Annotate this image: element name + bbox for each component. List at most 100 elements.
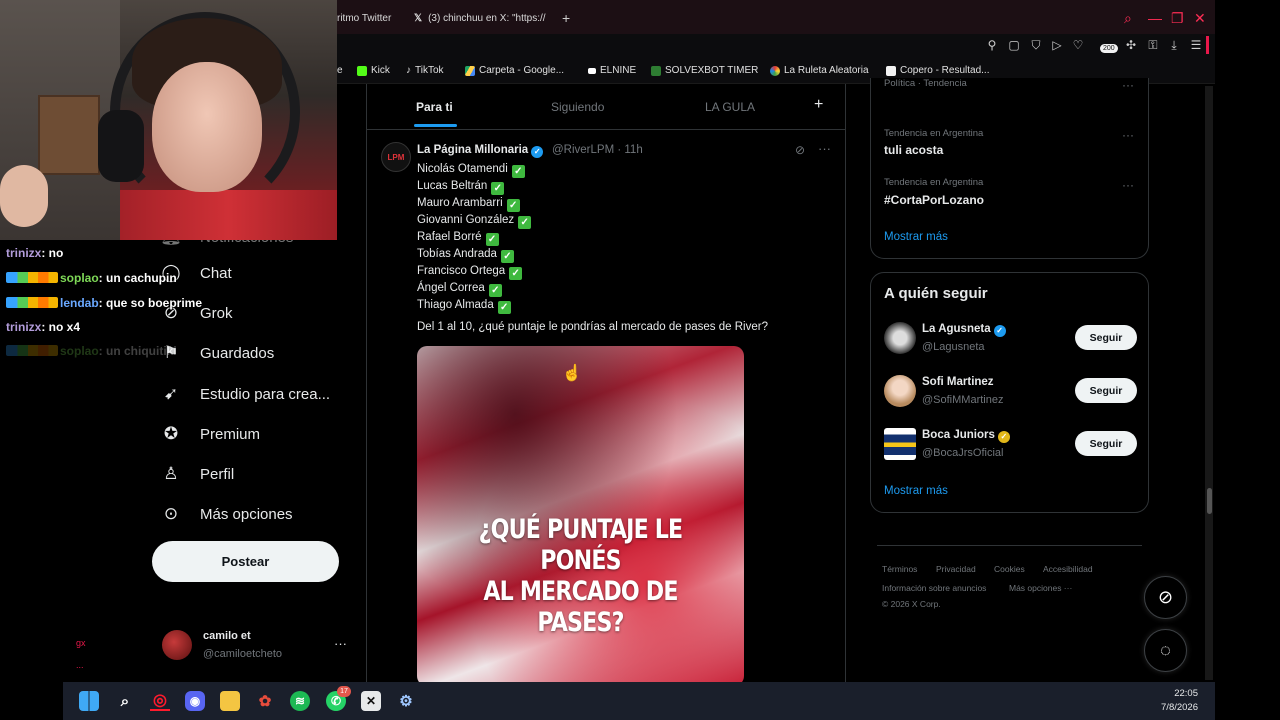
minimize-icon[interactable]: —	[1148, 10, 1162, 26]
play-icon[interactable]: ▷	[1050, 38, 1064, 52]
footer-accessibility[interactable]: Accesibilidad	[1043, 564, 1093, 574]
menu-icon[interactable]: ☰	[1189, 38, 1203, 52]
nav-premium[interactable]: ✪ Premium	[160, 423, 260, 445]
extension-badge[interactable]: 200	[1100, 44, 1118, 53]
taskbar-time[interactable]: 22:05	[1158, 688, 1198, 699]
bookmark-solvexbot[interactable]: SOLVEXBOT TIMER	[651, 65, 758, 76]
tab-following[interactable]: Siguiendo	[551, 100, 604, 114]
pin-icon[interactable]: ⚲	[985, 38, 999, 52]
account-switcher[interactable]: camilo et @camiloetcheto ···	[162, 628, 352, 664]
grok-fab-button[interactable]: ⊘	[1144, 576, 1187, 619]
tab-la-gula[interactable]: LA GULA	[705, 100, 755, 114]
player-name: Thiago Almada	[417, 299, 494, 311]
verified-gold-icon: ✓	[997, 431, 1010, 443]
nav-bookmarks[interactable]: ⚑ Guardados	[160, 342, 274, 364]
folder-icon[interactable]	[220, 691, 240, 711]
bookmark-label: SOLVEXBOT TIMER	[665, 65, 759, 76]
follow-button[interactable]: Seguir	[1075, 325, 1137, 350]
spotify-icon[interactable]: ≋	[290, 691, 310, 711]
tweet-author[interactable]: La Página Millonaria ✓	[417, 144, 544, 158]
follow-suggestion[interactable]: Boca Juniors ✓ @BocaJrsOficial Seguir	[884, 427, 1138, 463]
post-button[interactable]: Postear	[152, 541, 339, 582]
check-icon: ✓	[518, 216, 532, 229]
bookmark-tiktok[interactable]: ♪ TikTok	[406, 65, 444, 76]
nav-more-options[interactable]: ⊙ Más opciones	[160, 503, 293, 525]
tweet-handle-time[interactable]: @RiverLPM · 11h	[552, 144, 643, 156]
bookmark-elnine[interactable]: ELNINE	[588, 65, 636, 76]
feed-divider-left	[366, 84, 367, 682]
chat-badges-icon	[6, 297, 58, 308]
account-more-icon[interactable]: ···	[334, 636, 347, 651]
trend-more-icon[interactable]: ···	[1122, 128, 1134, 142]
grok-explain-icon[interactable]: ⊘	[795, 143, 805, 157]
player-name: Giovanni González	[417, 214, 515, 226]
bookmark-copero[interactable]: Copero - Resultad...	[886, 65, 990, 76]
chat-username: trinizx	[6, 246, 42, 260]
download-icon[interactable]: ⤓	[1167, 38, 1181, 52]
footer-ads-info[interactable]: Información sobre anuncios	[882, 583, 986, 593]
footer-privacy[interactable]: Privacidad	[936, 564, 976, 574]
trends-show-more[interactable]: Mostrar más	[884, 231, 948, 243]
player-name: Mauro Arambarri	[417, 197, 503, 209]
follow-button[interactable]: Seguir	[1075, 431, 1137, 456]
shield-icon[interactable]: ⛉	[1029, 38, 1043, 52]
browser-tab[interactable]: ritmo Twitter	[337, 8, 399, 28]
bookmark-drive[interactable]: Carpeta - Google...	[465, 65, 564, 76]
chat-text: : un cachupin	[98, 271, 177, 285]
nav-profile[interactable]: ♙ Perfil	[160, 463, 234, 485]
maximize-icon[interactable]: ❐	[1171, 10, 1184, 27]
x-logo-icon: 𝕏	[414, 12, 423, 24]
trend-more-icon[interactable]: ···	[1122, 78, 1134, 92]
browser-tab-active[interactable]: 𝕏 (3) chinchuu en X: "https://	[414, 8, 554, 28]
tweet-more-icon[interactable]: ···	[818, 141, 831, 156]
search-icon[interactable]: ⌕	[1124, 10, 1132, 27]
scrollbar-thumb[interactable]	[1207, 488, 1212, 514]
footer-terms[interactable]: Términos	[882, 564, 917, 574]
footer-more-options[interactable]: Más opciones ···	[1009, 583, 1072, 593]
tweet-avatar[interactable]: LPM	[381, 142, 411, 172]
bookmark-ruleta[interactable]: La Ruleta Aleatoria	[770, 65, 869, 76]
messages-fab-button[interactable]: ◌	[1144, 629, 1187, 672]
trend-meta: Política · Tendencia	[884, 78, 967, 89]
snapshot-icon[interactable]: ▢	[1007, 38, 1021, 52]
add-tab-button[interactable]: +	[814, 96, 823, 114]
nav-creator-studio[interactable]: ➹ Estudio para crea...	[160, 383, 330, 405]
player-name: Ángel Correa	[417, 282, 485, 294]
discord-icon[interactable]: ◉	[185, 691, 205, 711]
tab-for-you[interactable]: Para ti	[416, 100, 453, 114]
chat-text: : que so boeprime	[98, 296, 203, 310]
bookmark-label: TikTok	[415, 65, 444, 76]
opera-gx-icon[interactable]: ◎	[150, 691, 170, 711]
page-scrollbar[interactable]	[1205, 86, 1213, 680]
footer-cookies[interactable]: Cookies	[994, 564, 1025, 574]
trend-name[interactable]: #CortaPorLozano	[884, 193, 984, 207]
heart-icon[interactable]: ♡	[1071, 38, 1085, 52]
page-icon	[886, 65, 896, 76]
steam-icon[interactable]: ⚙	[396, 691, 416, 711]
taskbar-date[interactable]: 7/8/2026	[1150, 702, 1198, 713]
game-icon[interactable]: ✿	[255, 691, 275, 711]
capcut-icon[interactable]: ✕	[361, 691, 381, 711]
follow-button[interactable]: Seguir	[1075, 378, 1137, 403]
lock-icon[interactable]: ⚿	[1146, 38, 1160, 52]
tweet-line: Lucas Beltrán ✓	[417, 178, 531, 195]
extensions-icon[interactable]: ✣	[1124, 38, 1138, 52]
search-icon[interactable]: ⌕	[115, 691, 135, 711]
new-tab-button[interactable]: +	[562, 10, 570, 26]
trend-name[interactable]: tuli acosta	[884, 143, 943, 157]
close-icon[interactable]: ✕	[1194, 10, 1206, 27]
side-label: gx	[76, 638, 86, 648]
rocket-icon: ➹	[163, 384, 179, 403]
suggestion-name: Boca Juniors ✓	[922, 429, 1010, 443]
bookmark[interactable]: e	[337, 65, 343, 76]
follow-suggestion[interactable]: Sofi Martinez @SofiMMartinez Seguir	[884, 374, 1138, 410]
tweet-media[interactable]: ¿QUÉ PUNTAJE LE PONÉS AL MERCADO DE PASE…	[417, 346, 744, 686]
follow-suggestion[interactable]: La Agusneta ✓ @Lagusneta Seguir	[884, 321, 1138, 357]
bookmark-kick[interactable]: Kick	[357, 65, 390, 76]
chat-username: lendab	[60, 296, 99, 310]
follow-show-more[interactable]: Mostrar más	[884, 485, 948, 497]
trend-more-icon[interactable]: ···	[1122, 178, 1134, 192]
tweet-line: Thiago Almada ✓	[417, 297, 531, 314]
windows-start-icon[interactable]	[79, 691, 99, 711]
drive-icon	[465, 65, 475, 76]
